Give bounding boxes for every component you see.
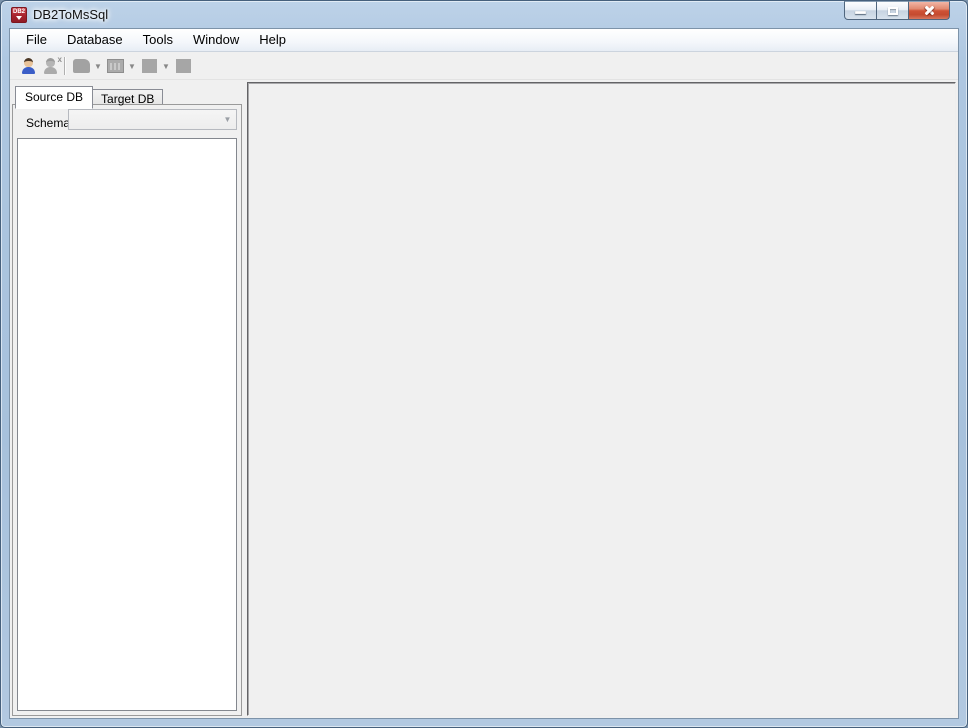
titlebar[interactable]: DB2 DB2ToMsSql bbox=[1, 1, 967, 28]
tab-target-db[interactable]: Target DB bbox=[93, 89, 163, 104]
schema-combobox[interactable]: ▼ bbox=[68, 109, 237, 130]
query-window-dropdown[interactable]: ▼ bbox=[126, 60, 138, 71]
menu-file[interactable]: File bbox=[16, 29, 57, 51]
disconnect-button[interactable]: x bbox=[40, 55, 62, 77]
schema-label: Schema bbox=[26, 116, 70, 130]
connect-icon bbox=[21, 58, 37, 74]
close-icon bbox=[923, 4, 936, 17]
menu-window[interactable]: Window bbox=[183, 29, 249, 51]
chevron-down-icon: ▼ bbox=[219, 115, 236, 124]
db-tab-strip: Source DB Target DB bbox=[15, 86, 163, 109]
menu-bar: File Database Tools Window Help bbox=[10, 29, 958, 52]
maximize-icon bbox=[888, 7, 898, 15]
query-window-icon bbox=[107, 59, 124, 73]
convert-table-button[interactable] bbox=[70, 55, 92, 77]
window-controls bbox=[845, 1, 950, 20]
source-db-tab-page: Schema ▼ bbox=[12, 104, 242, 716]
run-button[interactable] bbox=[172, 55, 194, 77]
app-window: DB2 DB2ToMsSql File Database Tools Windo… bbox=[0, 0, 968, 728]
close-button[interactable] bbox=[908, 1, 950, 20]
menu-tools[interactable]: Tools bbox=[133, 29, 183, 51]
tab-source-db[interactable]: Source DB bbox=[15, 86, 93, 109]
app-icon: DB2 bbox=[11, 7, 27, 23]
app-icon-down-arrow bbox=[16, 16, 22, 20]
toolbar: x ▼ ▼ ▼ bbox=[10, 52, 958, 80]
content-area: Source DB Target DB Schema ▼ bbox=[10, 80, 958, 718]
convert-table-dropdown[interactable]: ▼ bbox=[92, 60, 104, 71]
query-window-button[interactable] bbox=[104, 55, 126, 77]
convert-table-icon bbox=[73, 59, 90, 73]
run-icon bbox=[176, 59, 191, 73]
db-panel: Source DB Target DB Schema ▼ bbox=[12, 82, 242, 716]
toolbar-separator bbox=[64, 57, 66, 75]
window-title: DB2ToMsSql bbox=[33, 7, 108, 22]
menu-help[interactable]: Help bbox=[249, 29, 296, 51]
export-dropdown[interactable]: ▼ bbox=[160, 60, 172, 71]
export-button[interactable] bbox=[138, 55, 160, 77]
export-icon bbox=[142, 59, 157, 73]
connect-button[interactable] bbox=[18, 55, 40, 77]
minimize-icon bbox=[855, 11, 866, 14]
menu-database[interactable]: Database bbox=[57, 29, 133, 51]
client-area: File Database Tools Window Help x bbox=[9, 28, 959, 719]
minimize-button[interactable] bbox=[844, 1, 877, 20]
disconnect-icon: x bbox=[43, 58, 59, 74]
mdi-workspace bbox=[247, 82, 956, 716]
maximize-button[interactable] bbox=[876, 1, 909, 20]
app-icon-label: DB2 bbox=[13, 9, 25, 15]
schema-object-list[interactable] bbox=[17, 138, 237, 711]
